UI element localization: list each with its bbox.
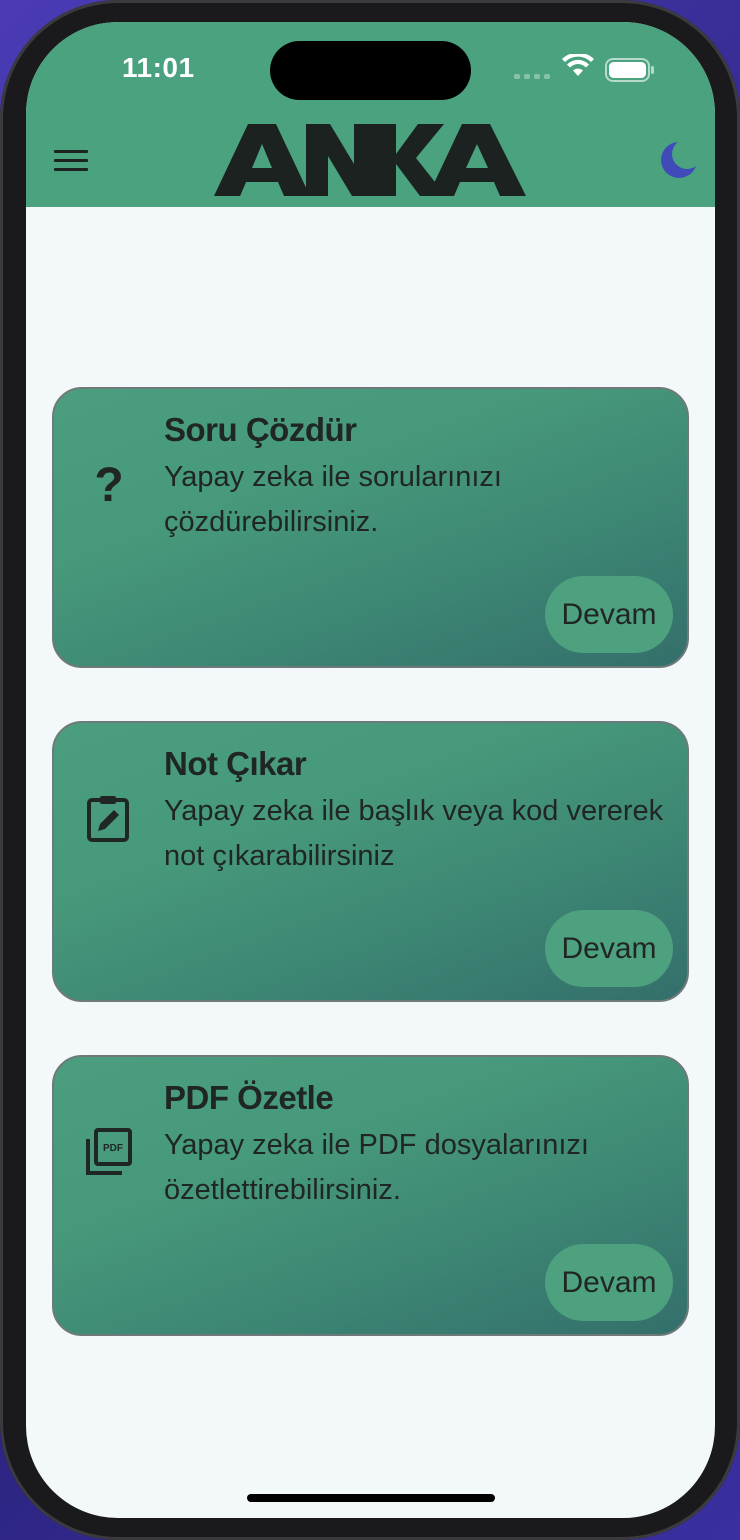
card-title: PDF Özetle xyxy=(164,1079,334,1116)
card-description: Yapay zeka ile başlık veya kod vererek n… xyxy=(164,795,664,872)
dark-mode-toggle-moon-icon[interactable] xyxy=(654,140,698,184)
battery-icon xyxy=(605,58,654,82)
app-bar: 11:01 xyxy=(26,22,715,207)
continue-button[interactable]: Devam xyxy=(545,1244,673,1321)
card-pdf-ozetle: PDF PDF Özetle Yapay zeka ile PDF dosyal… xyxy=(52,1055,689,1336)
cellular-signal-icon xyxy=(514,74,550,79)
svg-text:PDF: PDF xyxy=(103,1143,123,1154)
card-title: Not Çıkar xyxy=(164,745,307,782)
card-not-cikar: Not Çıkar Yapay zeka ile başlık veya kod… xyxy=(52,721,689,1002)
question-mark-icon: ? xyxy=(94,459,123,509)
svg-text:?: ? xyxy=(94,459,123,509)
pdf-stack-icon: PDF xyxy=(86,1128,132,1175)
continue-button[interactable]: Devam xyxy=(545,576,673,653)
card-title: Soru Çözdür xyxy=(164,411,357,448)
menu-button[interactable] xyxy=(54,150,88,176)
continue-button[interactable]: Devam xyxy=(545,910,673,987)
dynamic-island xyxy=(270,41,471,100)
hamburger-icon xyxy=(54,150,88,153)
home-indicator[interactable] xyxy=(247,1494,495,1502)
feature-card-list: ? Soru Çözdür Yapay zeka ile sorularınız… xyxy=(52,387,689,1389)
card-description: Yapay zeka ile PDF dosyalarınızı özetlet… xyxy=(164,1129,589,1206)
clipboard-edit-icon xyxy=(87,796,129,842)
app-logo xyxy=(214,124,526,196)
screen: 11:01 ? Soru Çözdür Yapay zeka ile sorul… xyxy=(26,22,715,1518)
wifi-icon xyxy=(562,54,594,76)
status-time: 11:01 xyxy=(122,52,195,83)
card-description: Yapay zeka ile sorularınızı çözdürebilir… xyxy=(164,461,502,538)
card-soru-cozdur: ? Soru Çözdür Yapay zeka ile sorularınız… xyxy=(52,387,689,668)
